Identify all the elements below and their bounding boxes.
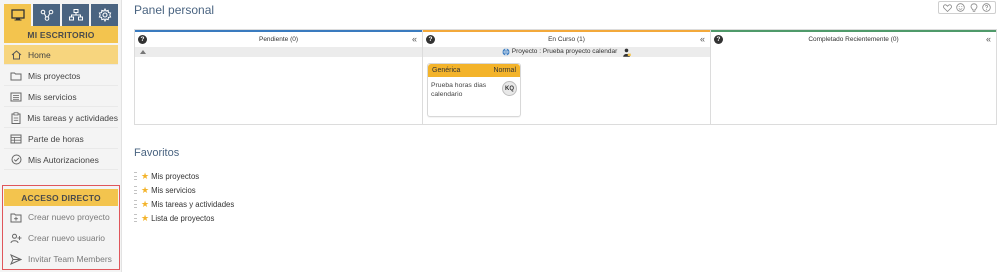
gear-icon[interactable] <box>91 4 118 26</box>
card-header: Genérica Normal <box>428 64 520 77</box>
task-board: ? Pendiente (0) « ? En Curso (1) « Proye… <box>134 29 997 125</box>
avatar[interactable]: KQ <box>502 81 517 96</box>
favorite-item[interactable]: ★ Mis proyectos <box>134 170 199 182</box>
sidebar-item-mis-tareas[interactable]: Mis tareas y actividades <box>4 108 118 128</box>
help-icon[interactable]: ? <box>138 35 147 44</box>
project-label: Proyecto : Prueba proyecto calendar <box>423 47 710 57</box>
sidebar-top-icons <box>4 4 118 26</box>
triangle-up-icon[interactable] <box>140 50 146 54</box>
sidebar-item-label: Mis Autorizaciones <box>28 154 99 165</box>
sidebar-item-mis-servicios[interactable]: Mis servicios <box>4 87 118 107</box>
favorite-label: Mis tareas y actividades <box>151 199 235 209</box>
column-title: En Curso (1) <box>548 36 585 43</box>
shortcut-label: Crear nuevo usuario <box>28 233 106 243</box>
shortcut-invitar-team[interactable]: Invitar Team Members <box>4 249 118 269</box>
column-completado: ? Completado Recientemente (0) « <box>711 30 996 124</box>
column-title: Completado Recientemente (0) <box>808 36 899 43</box>
section-title-shortcuts: ACCESO DIRECTO <box>4 189 118 206</box>
task-card[interactable]: Genérica Normal Prueba horas dias calend… <box>427 63 521 117</box>
heart-icon[interactable] <box>943 3 953 12</box>
sidebar-item-mis-proyectos[interactable]: Mis proyectos <box>4 66 118 86</box>
card-priority: Normal <box>493 67 516 74</box>
column-header: ? Pendiente (0) « <box>135 30 422 47</box>
favorite-label: Mis servicios <box>151 185 196 195</box>
user-plus-icon <box>6 233 26 244</box>
clipboard-icon <box>6 111 25 124</box>
project-name: Proyecto : Prueba proyecto calendar <box>511 48 618 55</box>
favorite-item[interactable]: ★ Mis servicios <box>134 184 196 196</box>
project-group-row[interactable]: Proyecto : Prueba proyecto calendar <box>423 47 710 57</box>
column-pendiente: ? Pendiente (0) « <box>135 30 422 124</box>
sidebar-item-label: Mis servicios <box>28 91 77 102</box>
collapse-icon[interactable]: « <box>412 34 417 44</box>
help-icon[interactable]: ? <box>426 35 435 44</box>
help-icon[interactable]: ? <box>714 35 723 44</box>
shortcut-label: Crear nuevo proyecto <box>28 212 110 222</box>
sidebar-item-label: Mis tareas y actividades <box>27 112 118 123</box>
star-icon: ★ <box>141 212 150 223</box>
card-title: Prueba horas dias calendario <box>431 82 487 98</box>
drag-handle-icon[interactable] <box>134 214 139 222</box>
column-header: ? En Curso (1) « <box>423 30 710 47</box>
favorite-item[interactable]: ★ Mis tareas y actividades <box>134 198 234 210</box>
drag-handle-icon[interactable] <box>134 172 139 180</box>
star-icon: ★ <box>141 170 150 181</box>
favorite-item[interactable]: ★ Lista de proyectos <box>134 212 214 224</box>
monitor-icon[interactable] <box>4 4 31 26</box>
top-actions-bar <box>938 1 996 14</box>
drag-handle-icon[interactable] <box>134 186 139 194</box>
drag-handle-icon[interactable] <box>134 200 139 208</box>
column-header: ? Completado Recientemente (0) « <box>711 30 996 47</box>
home-icon <box>6 49 26 60</box>
folder-icon <box>6 71 26 81</box>
collapse-icon[interactable]: « <box>986 34 991 44</box>
column-title: Pendiente (0) <box>258 36 299 43</box>
timesheet-icon <box>6 134 26 144</box>
favorite-label: Mis proyectos <box>151 171 200 181</box>
sidebar-item-parte-de-horas[interactable]: Parte de horas <box>4 129 118 149</box>
star-icon: ★ <box>141 184 150 195</box>
check-circle-icon <box>6 154 26 165</box>
sidebar: MI ESCRITORIO Home Mis proyectos Mis ser… <box>0 0 122 272</box>
sidebar-item-label: Home <box>28 49 51 60</box>
org-chart-icon[interactable] <box>62 4 89 26</box>
favorite-label: Lista de proyectos <box>151 213 215 223</box>
globe-icon <box>502 48 510 56</box>
sidebar-item-label: Parte de horas <box>28 133 84 144</box>
collapse-icon[interactable]: « <box>700 34 705 44</box>
smile-icon[interactable] <box>956 3 966 12</box>
list-icon <box>6 92 26 102</box>
sidebar-item-home[interactable]: Home <box>4 45 118 65</box>
send-icon <box>6 253 26 265</box>
folder-plus-icon <box>6 212 26 223</box>
help-icon[interactable] <box>982 3 991 12</box>
sitemap-icon[interactable] <box>33 4 60 26</box>
card-type: Genérica <box>432 67 461 74</box>
shortcut-label: Invitar Team Members <box>28 254 112 264</box>
person-icon <box>623 48 632 57</box>
column-en-curso: ? En Curso (1) « Proyecto : Prueba proye… <box>423 30 710 124</box>
favorites-title: Favoritos <box>134 147 180 159</box>
sidebar-item-label: Mis proyectos <box>28 70 81 81</box>
star-icon: ★ <box>141 198 150 209</box>
lightbulb-icon[interactable] <box>970 2 978 13</box>
group-row <box>135 47 422 57</box>
shortcut-crear-usuario[interactable]: Crear nuevo usuario <box>4 228 118 248</box>
sidebar-item-mis-autorizaciones[interactable]: Mis Autorizaciones <box>4 150 118 170</box>
shortcut-crear-proyecto[interactable]: Crear nuevo proyecto <box>4 207 118 227</box>
section-title-desktop: MI ESCRITORIO <box>4 26 118 43</box>
page-title: Panel personal <box>134 3 215 17</box>
